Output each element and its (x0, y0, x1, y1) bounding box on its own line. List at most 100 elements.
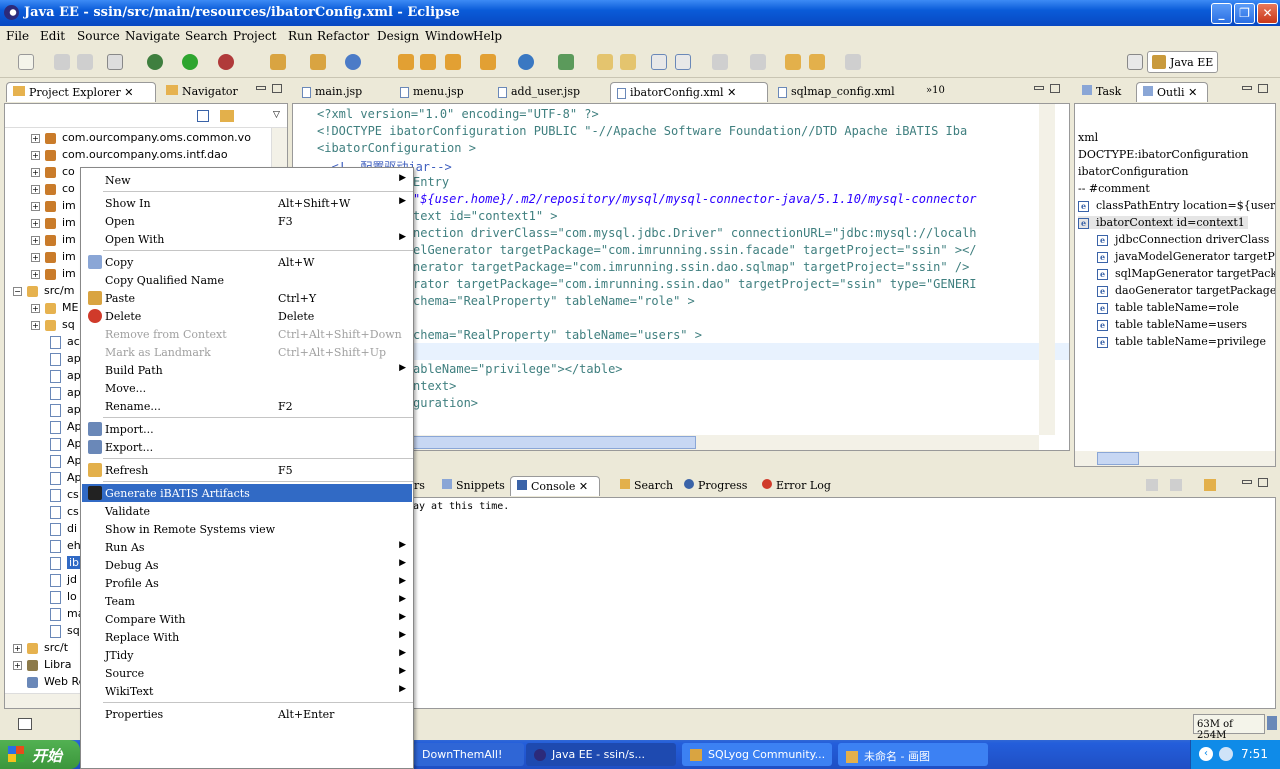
menu-help[interactable]: Help (473, 29, 502, 43)
task-downthemall[interactable]: DownThemAll! (414, 743, 524, 766)
outline-item[interactable]: e table tableName=users (1097, 318, 1247, 331)
file-item[interactable]: cs (50, 505, 79, 519)
tab-project-explorer[interactable]: Project Explorer ✕ (6, 82, 156, 102)
menu-navigate[interactable]: Navigate (125, 29, 180, 43)
menu-design[interactable]: Design (377, 29, 419, 43)
menu-item-profile-as[interactable]: Profile As ▶ (82, 574, 412, 592)
menu-item-properties[interactable]: Properties Alt+Enter (82, 705, 412, 723)
tab-console[interactable]: Console ✕ (510, 476, 600, 496)
close-icon[interactable]: ✕ (1188, 86, 1197, 99)
tab-progress[interactable]: Progress (678, 476, 753, 496)
tree-item[interactable]: + im (31, 250, 76, 263)
tree-item[interactable]: + ME (31, 301, 78, 314)
menu-item-delete[interactable]: Delete Delete (82, 307, 412, 325)
menu-source[interactable]: Source (77, 29, 120, 43)
tree-item[interactable]: + im (31, 216, 76, 229)
file-item-selected[interactable]: ib (50, 556, 82, 570)
menu-search[interactable]: Search (185, 29, 228, 43)
close-button[interactable]: ✕ (1257, 3, 1278, 24)
tree-item[interactable]: + im (31, 199, 76, 212)
file-item[interactable]: jd (50, 573, 77, 587)
tab-navigator[interactable]: Navigator (160, 82, 244, 102)
tree-item[interactable]: + com.ourcompany.oms.intf.dao (31, 148, 228, 161)
tree-item[interactable]: + src/t (13, 641, 68, 654)
minimize-button[interactable]: _ (1211, 3, 1232, 24)
deploy-icon[interactable] (558, 54, 574, 70)
menu-item-copy-qualified-name[interactable]: Copy Qualified Name (82, 271, 412, 289)
menu-item-rename[interactable]: Rename... F2 (82, 397, 412, 415)
link-editor-icon[interactable] (220, 110, 234, 122)
editor-vscrollbar[interactable] (1039, 104, 1055, 435)
tree-item-src-main[interactable]: − src/m (13, 284, 74, 297)
search-icon[interactable] (445, 54, 461, 70)
new-project-icon[interactable] (310, 54, 326, 70)
outline-item[interactable]: e table tableName=role (1097, 301, 1239, 314)
prev-annotation-icon[interactable] (750, 54, 766, 70)
view-menu-icon[interactable]: ▽ (273, 110, 280, 120)
task-sqlyog[interactable]: SQLyog Community... (682, 743, 832, 766)
minimize-view-icon[interactable] (1242, 86, 1252, 90)
file-item[interactable]: ap (50, 352, 81, 366)
open-task-icon[interactable] (480, 54, 496, 70)
menu-item-new[interactable]: New ▶ (82, 171, 412, 189)
binary-icon[interactable] (107, 54, 123, 70)
menu-item-jtidy[interactable]: JTidy ▶ (82, 646, 412, 664)
tab-snippets[interactable]: Snippets (436, 476, 511, 496)
external-tools-icon[interactable] (218, 54, 234, 70)
minimize-view-icon[interactable] (256, 86, 266, 90)
outline-item[interactable]: e table tableName=privilege (1097, 335, 1266, 348)
maximize-view-icon[interactable] (1258, 478, 1268, 487)
menu-item-show-in[interactable]: Show In Alt+Shift+W ▶ (82, 194, 412, 212)
start-button[interactable]: 开始 (0, 740, 80, 769)
save-icon[interactable] (54, 54, 70, 70)
menu-item-run-as[interactable]: Run As ▶ (82, 538, 412, 556)
tab-outline[interactable]: Outli ✕ (1136, 82, 1208, 102)
minimize-view-icon[interactable] (1034, 86, 1044, 90)
collapse-icon[interactable] (675, 54, 691, 70)
tab-ibatorconfig-xml[interactable]: ibatorConfig.xml ✕ (610, 82, 768, 102)
menu-project[interactable]: Project (233, 29, 276, 43)
menu-run[interactable]: Run (288, 29, 313, 43)
close-icon[interactable]: ✕ (727, 86, 736, 99)
run-icon[interactable] (182, 54, 198, 70)
fast-view-icon[interactable] (18, 718, 32, 730)
tree-item[interactable]: + com.ourcompany.oms.common.vo (31, 131, 251, 144)
tree-item[interactable]: + co (31, 182, 75, 195)
menu-item-export[interactable]: Export... (82, 438, 412, 456)
menu-item-move[interactable]: Move... (82, 379, 412, 397)
menu-item-debug-as[interactable]: Debug As ▶ (82, 556, 412, 574)
menu-item-replace-with[interactable]: Replace With ▶ (82, 628, 412, 646)
menu-item-copy[interactable]: Copy Alt+W (82, 253, 412, 271)
forward-icon[interactable] (845, 54, 861, 70)
menu-item-validate[interactable]: Validate (82, 502, 412, 520)
tab-error-log[interactable]: Error Log (756, 476, 837, 496)
menu-window[interactable]: Window (425, 29, 474, 43)
file-item[interactable]: Ap (50, 471, 82, 485)
open-console-icon[interactable] (1204, 479, 1216, 491)
outline-hscrollbar[interactable] (1075, 451, 1275, 466)
tab-add-user-jsp[interactable]: add_user.jsp (492, 82, 586, 102)
close-icon[interactable]: ✕ (124, 86, 133, 99)
menu-refactor[interactable]: Refactor (317, 29, 369, 43)
scroll-thumb[interactable] (413, 436, 696, 449)
file-item[interactable]: Ap (50, 454, 82, 468)
outline-item[interactable]: e classPathEntry location=${user (1078, 199, 1275, 212)
outline-item[interactable]: e javaModelGenerator targetP (1097, 250, 1275, 263)
maximize-view-icon[interactable] (1050, 84, 1060, 93)
tab-search[interactable]: Search (614, 476, 679, 496)
menu-item-team[interactable]: Team ▶ (82, 592, 412, 610)
tab-main-jsp[interactable]: main.jsp (296, 82, 368, 102)
file-item[interactable]: ap (50, 403, 81, 417)
perspective-switcher[interactable]: Java EE (1147, 51, 1218, 73)
outline-item[interactable]: DOCTYPE:ibatorConfiguration (1078, 148, 1248, 161)
next-annotation-icon[interactable] (712, 54, 728, 70)
toggle-icon[interactable] (597, 54, 613, 70)
file-item[interactable]: Ap (50, 437, 82, 451)
open-folder-icon[interactable] (420, 54, 436, 70)
outline-item[interactable]: e sqlMapGenerator targetPack (1097, 267, 1275, 280)
network-icon[interactable] (1219, 747, 1233, 761)
globe-icon[interactable] (518, 54, 534, 70)
tab-sqlmap-config-xml[interactable]: sqlmap_config.xml (772, 82, 901, 102)
tray-arrow-icon[interactable]: ‹ (1199, 747, 1213, 761)
file-item[interactable]: lo (50, 590, 77, 604)
